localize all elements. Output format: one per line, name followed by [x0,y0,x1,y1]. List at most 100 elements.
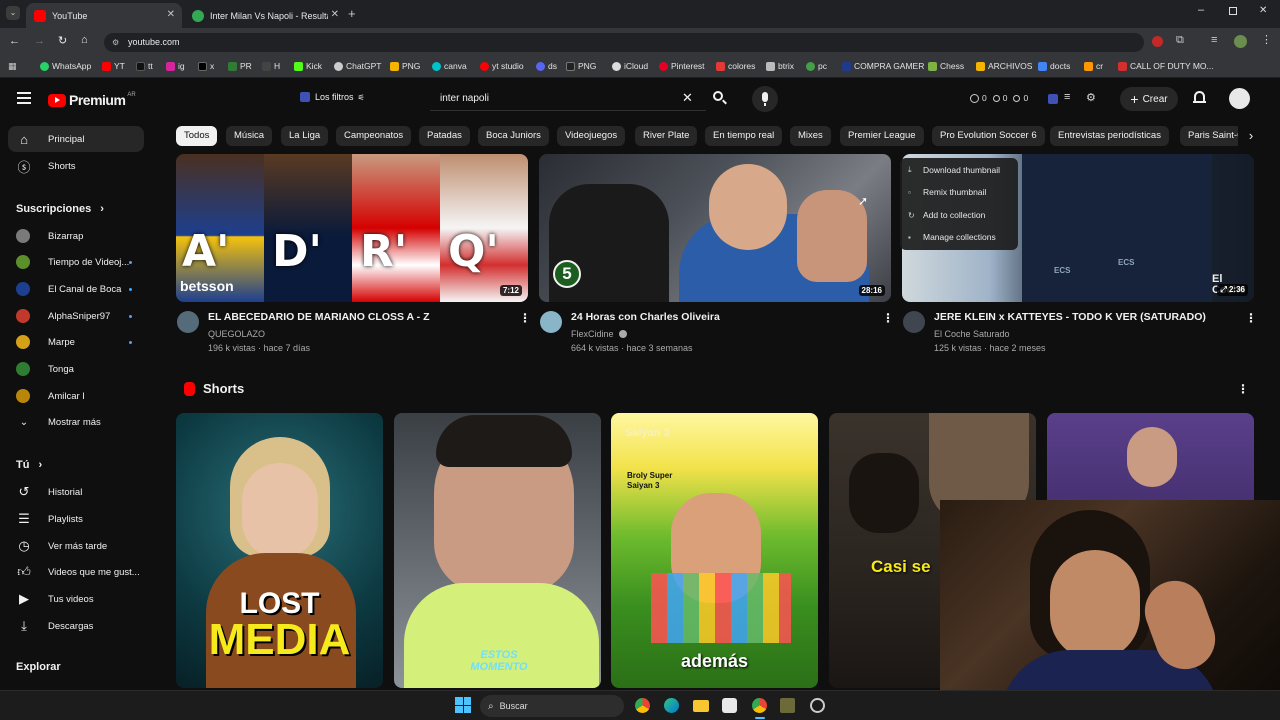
video-thumbnail-1[interactable]: A' D' R' Q' betsson 7:12 [176,154,528,302]
browser-menu-icon[interactable]: ⋮ [1261,33,1272,46]
bookmark-call-of-duty[interactable]: CALL OF DUTY MO... [1118,61,1214,71]
address-bar[interactable]: ⚙ youtube.com [104,33,1144,52]
shorts-menu-icon[interactable]: ⋮ [1237,382,1249,396]
sidebar-subscription-tonga[interactable]: Tonga [8,356,144,382]
bookmark-whatsapp[interactable]: WhatsApp [40,61,91,71]
tab-search-icon[interactable]: ⌄ [6,6,20,20]
hamburger-menu-icon[interactable] [17,92,31,104]
recording-taskbar-icon[interactable] [810,698,825,713]
chip-patadas[interactable]: Patadas [419,126,470,146]
file-explorer-icon[interactable] [693,700,709,712]
create-button[interactable]: + Crear [1120,87,1178,111]
chip-en-tiempo-real[interactable]: En tiempo real [705,126,783,146]
clear-search-icon[interactable]: ✕ [682,90,693,106]
sidebar-subscription-bizarrap[interactable]: Bizarrap [8,223,144,249]
channel-name[interactable]: QUEGOLAZO [208,329,265,339]
filter-app-icon[interactable] [1048,94,1058,104]
extension-red-icon[interactable] [1152,36,1163,47]
bookmark-x[interactable]: x [198,61,214,71]
short-card-3[interactable]: Saiyan 3 Broly Super Saiyan 3 además [611,413,818,688]
chip-paris-saint-g[interactable]: Paris Saint-G [1180,126,1242,146]
bookmark-archivos[interactable]: ARCHIVOS [976,61,1032,71]
voice-search-button[interactable] [752,86,778,112]
video-menu-icon[interactable]: ⋮ [882,311,894,325]
close-tab-icon[interactable]: ✕ [167,9,175,20]
chip-la-liga[interactable]: La Liga [281,126,329,146]
video-title[interactable]: EL ABECEDARIO DE MARIANO CLOSS A - Z [208,311,429,323]
reading-list-icon[interactable]: ≡ [1211,34,1217,46]
subscriptions-heading[interactable]: Suscripciones › [16,203,104,215]
short-card-1[interactable]: LOST MEDIA [176,413,383,688]
bookmark-cr[interactable]: cr [1084,61,1103,71]
bookmark-chatgpt[interactable]: ChatGPT [334,61,381,71]
sidebar-subscription-amilcar[interactable]: Amilcar I [8,383,144,409]
filters-extension-button[interactable]: Los filtros ⚟ [300,92,365,102]
bookmark-ig[interactable]: ig [166,61,185,71]
channel-avatar[interactable] [903,311,925,333]
close-window-icon[interactable]: ✕ [1259,5,1267,16]
channel-avatar[interactable] [177,311,199,333]
notifications-bell-icon[interactable] [1193,91,1206,104]
short-card-2[interactable]: ESTOS MOMENTO [394,413,601,688]
sidebar-item-shorts[interactable]: ⓢ Shorts [8,153,144,179]
sidebar-subscription-alphasniper97[interactable]: AlphaSniper97 [8,303,144,329]
sidebar-subscription-marpe[interactable]: Marpe [8,329,144,355]
video-title[interactable]: JERE KLEIN x KATTEYES - TODO K VER (SATU… [934,311,1206,323]
chip-entrevistas-periodisticas[interactable]: Entrevistas periodísticas [1050,126,1169,146]
menu-item-add-to-collection[interactable]: ↻ Add to collection [908,210,985,220]
sidebar-item-historial[interactable]: ↺ Historial [8,479,144,505]
chip-campeonatos[interactable]: Campeonatos [336,126,412,146]
list-extension-icon[interactable]: ≡ [1064,91,1070,103]
video-menu-icon[interactable]: ⋮ [519,311,531,325]
new-tab-icon[interactable]: + [348,6,356,21]
chip-videojuegos[interactable]: Videojuegos [557,126,626,146]
search-box[interactable]: inter napoli ✕ [430,87,706,111]
video-thumbnail-2[interactable]: 5 28:16 [539,154,891,302]
bookmark-icloud[interactable]: iCloud [612,61,648,71]
taskbar-search[interactable]: ⌕ Buscar [480,695,624,717]
channel-name[interactable]: FlexCidine [571,329,628,339]
bookmark-ds[interactable]: ds [536,61,557,71]
bookmark-yt[interactable]: YT [102,61,125,71]
channel-name[interactable]: El Coche Saturado [934,329,1010,339]
minimize-window-icon[interactable]: – [1198,4,1204,16]
profile-avatar[interactable] [1234,35,1247,48]
maximize-window-icon[interactable] [1229,7,1237,15]
forward-icon[interactable]: → [34,35,45,47]
sidebar-item-tus-videos[interactable]: ▶ Tus videos [8,586,144,612]
chip-premier-league[interactable]: Premier League [840,126,924,146]
bookmark-h[interactable]: H [262,61,280,71]
bookmark-png[interactable]: PNG [390,61,420,71]
windows-start-icon[interactable] [455,697,471,713]
account-avatar[interactable] [1229,88,1250,109]
search-icon[interactable] [713,91,727,105]
extension-gear-icon[interactable]: ⚙ [1086,91,1096,104]
menu-item-manage-collections[interactable]: ▪ Manage collections [908,232,996,242]
sidebar-subscription-tiempo-de-videojuegos[interactable]: Tiempo de Videoj... [8,249,144,275]
chip-boca-juniors[interactable]: Boca Juniors [478,126,549,146]
sidebar-item-ver-mas-tarde[interactable]: ◷ Ver más tarde [8,533,144,559]
apps-grid-icon[interactable]: ▦ [8,61,17,72]
chip-todos[interactable]: Todos [176,126,218,146]
bookmark-chess[interactable]: Chess [928,61,964,71]
site-info-icon[interactable]: ⚙ [112,33,119,52]
youtube-premium-logo[interactable]: Premium AR [48,92,136,108]
home-browser-icon[interactable]: ⌂ [81,34,88,46]
bookmark-colores[interactable]: colores [716,61,755,71]
sidebar-show-more[interactable]: ⌄ Mostrar más [8,409,144,435]
bookmark-pc[interactable]: pc [806,61,827,71]
store-taskbar-icon[interactable] [722,698,737,713]
game-taskbar-icon[interactable] [780,698,795,713]
extensions-puzzle-icon[interactable]: ⧉ [1176,34,1184,47]
channel-avatar[interactable] [540,311,562,333]
edge-taskbar-icon[interactable] [664,698,679,713]
bookmark-btrix[interactable]: btrix [766,61,794,71]
close-tab-icon[interactable]: ✕ [331,9,339,20]
sidebar-item-playlists[interactable]: ☰ Playlists [8,506,144,532]
video-menu-icon[interactable]: ⋮ [1245,311,1257,325]
video-title[interactable]: 24 Horas con Charles Oliveira [571,311,720,323]
sidebar-item-principal[interactable]: ⌂ Principal [8,126,144,152]
menu-item-download-thumbnail[interactable]: ⤓ Download thumbnail [908,165,1000,175]
chrome-active-taskbar-icon[interactable] [752,698,767,713]
menu-item-remix-thumbnail[interactable]: ▫ Remix thumbnail [908,187,986,197]
